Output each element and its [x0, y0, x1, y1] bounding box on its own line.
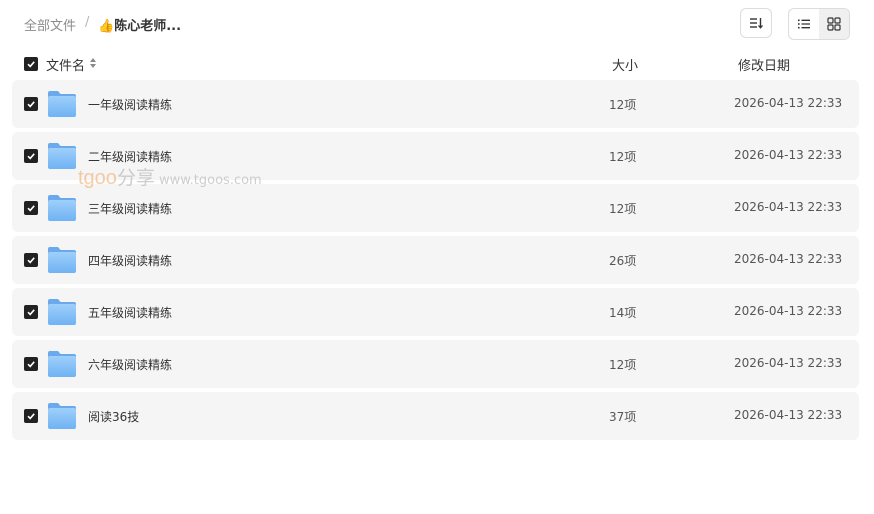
thumbs-up-icon: 👍	[98, 19, 115, 34]
file-size: 12项	[609, 98, 637, 112]
folder-icon	[48, 299, 76, 325]
folder-icon	[48, 247, 76, 273]
breadcrumb-current-label: 陈心老师...	[114, 19, 182, 34]
row-checkbox[interactable]	[24, 409, 38, 423]
row-checkbox[interactable]	[24, 149, 38, 163]
sort-toggle-icon[interactable]	[89, 57, 97, 69]
sort-icon	[750, 18, 763, 29]
file-date: 2026-04-13 22:33	[734, 304, 843, 318]
file-date: 2026-04-13 22:33	[734, 408, 843, 422]
view-toggle	[788, 8, 850, 40]
file-name[interactable]: 六年级阅读精练	[88, 356, 172, 373]
table-row[interactable]: 一年级阅读精练 12项 2026-04-13 22:33	[12, 80, 859, 128]
table-row[interactable]: 三年级阅读精练 12项 2026-04-13 22:33	[12, 184, 859, 232]
file-size: 12项	[609, 202, 637, 216]
table-row[interactable]: 六年级阅读精练 12项 2026-04-13 22:33	[12, 340, 859, 388]
watermark-logo: tgoo	[78, 167, 117, 189]
table-row[interactable]: 五年级阅读精练 14项 2026-04-13 22:33	[12, 288, 859, 336]
file-size: 26项	[609, 254, 637, 268]
breadcrumb-current: 👍陈心老师...	[98, 15, 181, 34]
file-date: 2026-04-13 22:33	[734, 252, 843, 266]
check-icon	[27, 61, 35, 68]
table-header: 文件名 大小 修改日期	[0, 52, 874, 76]
file-date: 2026-04-13 22:33	[734, 356, 843, 370]
grid-view-icon	[827, 17, 841, 31]
row-checkbox[interactable]	[24, 253, 38, 267]
file-size: 12项	[609, 358, 637, 372]
breadcrumb-separator: /	[85, 15, 90, 30]
top-bar: 全部文件 / 👍陈心老师...	[0, 0, 874, 48]
list-view-icon	[798, 19, 810, 29]
file-name[interactable]: 阅读36技	[88, 408, 139, 425]
check-icon	[27, 257, 35, 264]
row-checkbox[interactable]	[24, 201, 38, 215]
folder-icon	[48, 351, 76, 377]
check-icon	[27, 309, 35, 316]
check-icon	[27, 205, 35, 212]
file-date: 2026-04-13 22:33	[734, 148, 843, 162]
header-size[interactable]: 大小	[612, 55, 638, 74]
file-list: 一年级阅读精练 12项 2026-04-13 22:33 二年级阅读精练 12项 2026…	[12, 80, 859, 444]
file-name[interactable]: 五年级阅读精练	[88, 304, 172, 321]
list-view-button[interactable]	[789, 9, 819, 39]
header-name[interactable]: 文件名	[46, 55, 85, 74]
watermark-url: www.tgoos.com	[158, 173, 262, 188]
header-date[interactable]: 修改日期	[738, 55, 790, 74]
file-size: 12项	[609, 150, 637, 164]
row-checkbox[interactable]	[24, 305, 38, 319]
table-row[interactable]: 四年级阅读精练 26项 2026-04-13 22:33	[12, 236, 859, 284]
file-name[interactable]: 四年级阅读精练	[88, 252, 172, 269]
watermark-cn: 分享	[116, 167, 155, 189]
folder-icon	[48, 403, 76, 429]
table-row[interactable]: 阅读36技 37项 2026-04-13 22:33	[12, 392, 859, 440]
file-name[interactable]: 一年级阅读精练	[88, 96, 172, 113]
file-name[interactable]: 三年级阅读精练	[88, 200, 172, 217]
folder-icon	[48, 91, 76, 117]
file-date: 2026-04-13 22:33	[734, 96, 843, 110]
row-checkbox[interactable]	[24, 97, 38, 111]
check-icon	[27, 101, 35, 108]
check-icon	[27, 413, 35, 420]
file-size: 14项	[609, 306, 637, 320]
check-icon	[27, 153, 35, 160]
watermark: tgoo分享 www.tgoos.com	[78, 163, 262, 190]
row-checkbox[interactable]	[24, 357, 38, 371]
folder-icon	[48, 143, 76, 169]
breadcrumb-root[interactable]: 全部文件	[24, 15, 76, 34]
select-all-checkbox[interactable]	[24, 57, 38, 71]
file-size: 37项	[609, 410, 637, 424]
check-icon	[27, 361, 35, 368]
folder-icon	[48, 195, 76, 221]
file-date: 2026-04-13 22:33	[734, 200, 843, 214]
grid-view-button[interactable]	[819, 9, 849, 39]
sort-button[interactable]	[740, 8, 772, 38]
